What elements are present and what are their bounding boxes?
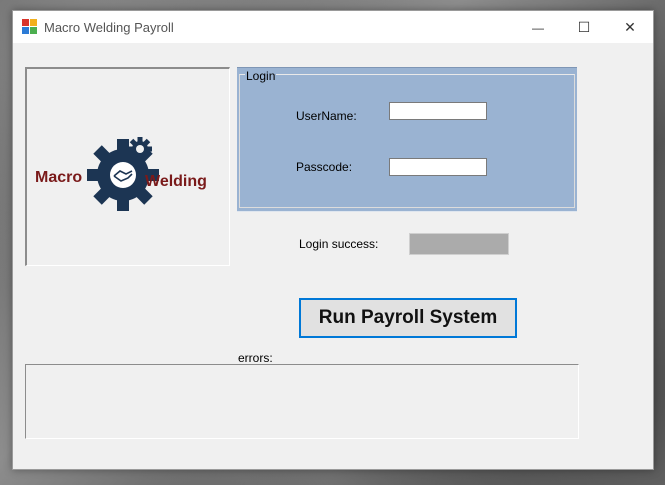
maximize-icon: ☐ [577,19,591,35]
passcode-label: Passcode: [296,160,353,174]
username-label: UserName: [296,109,357,123]
login-success-indicator [409,233,509,255]
logo-picture-box: Macro Welding [25,67,230,266]
username-input[interactable] [389,102,487,120]
title-bar: Macro Welding Payroll — ☐ ✕ [13,11,653,43]
company-logo: Macro Welding [35,137,207,211]
login-panel: Login UserName: Passcode: [237,67,577,212]
login-success-label: Login success: [299,237,379,251]
maximize-button[interactable]: ☐ [561,11,607,43]
minimize-button[interactable]: — [515,11,561,43]
logo-text-left: Macro [35,169,82,186]
app-window: Macro Welding Payroll — ☐ ✕ Macro Weldin… [12,10,654,470]
errors-textbox[interactable] [25,364,579,439]
logo-text-right: Welding [145,173,207,190]
login-groupbox [239,74,575,208]
login-group-label: Login [245,69,277,83]
run-payroll-button[interactable]: Run Payroll System [299,298,517,338]
close-button[interactable]: ✕ [607,11,653,43]
passcode-input[interactable] [389,158,487,176]
minimize-icon: — [532,21,544,35]
form-client-area: Macro Welding Login UserName: Passcode: … [13,43,653,469]
errors-label: errors: [238,351,273,365]
window-title: Macro Welding Payroll [44,20,174,35]
close-icon: ✕ [624,19,636,35]
app-icon [22,19,38,35]
